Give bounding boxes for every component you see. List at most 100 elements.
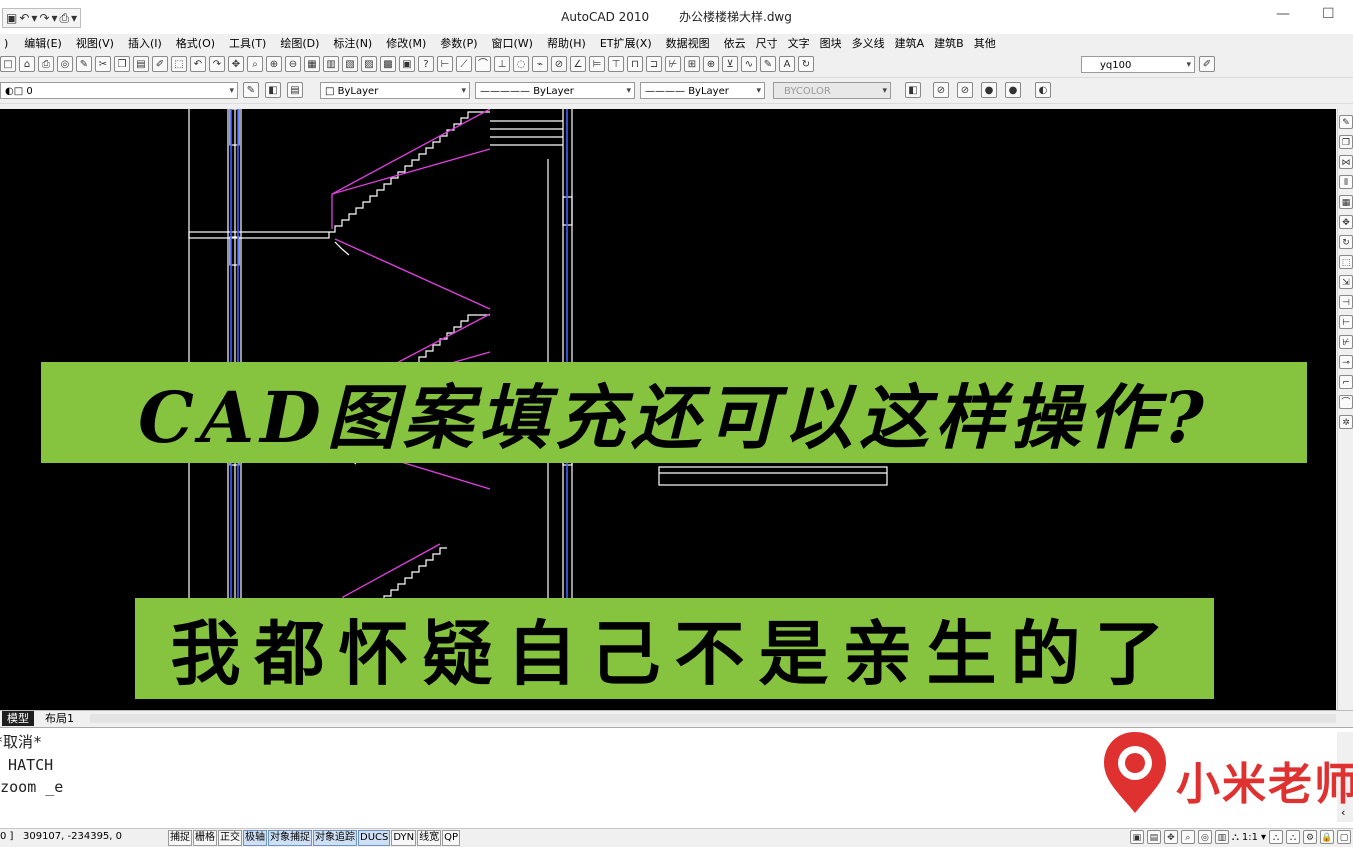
fillet-icon[interactable]: ⌒ — [1339, 395, 1353, 409]
menu-item-format[interactable]: 格式(O) — [176, 35, 215, 51]
menu-item-parameter[interactable]: 参数(P) — [440, 35, 477, 51]
cut-icon[interactable]: ✂ — [95, 56, 111, 72]
menu-item-view[interactable]: 视图(V) — [76, 35, 114, 51]
baseline-icon[interactable]: ⊤ — [608, 56, 624, 72]
paste-icon[interactable]: ▤ — [133, 56, 149, 72]
undo-icon[interactable]: ↶ — [190, 56, 206, 72]
ortho-toggle[interactable]: 正交 — [218, 830, 242, 846]
maximize-icon[interactable]: ☐ — [1322, 6, 1335, 22]
arc-length-icon[interactable]: ⌒ — [475, 56, 491, 72]
dim-update-icon[interactable]: ↻ — [798, 56, 814, 72]
publish-icon[interactable]: ✎ — [76, 56, 92, 72]
design-center-icon[interactable]: ▥ — [323, 56, 339, 72]
lineweight-combo[interactable]: ———— ByLayer ▾ — [640, 82, 765, 99]
erase-icon[interactable]: ✎ — [1339, 115, 1353, 129]
shaded-sphere-icon[interactable]: ● — [981, 82, 997, 98]
help-icon[interactable]: ? — [418, 56, 434, 72]
grid-toggle[interactable]: 栅格 — [193, 830, 217, 846]
minimize-icon[interactable]: — — [1276, 6, 1290, 22]
clean-screen-icon[interactable]: ▢ — [1337, 830, 1351, 844]
aligned-dim-icon[interactable]: ⟋ — [456, 56, 472, 72]
steering-wheel-icon[interactable]: ◎ — [1197, 830, 1212, 844]
join-icon[interactable]: ⊸ — [1339, 355, 1353, 369]
dim-style-manager-icon[interactable]: ✐ — [1199, 56, 1215, 72]
drawing-canvas[interactable]: CAD图案填充还可以这样操作? 我都怀疑自己不是亲生的了 — [0, 109, 1336, 710]
menu-item-yiyun[interactable]: 依云 — [724, 35, 746, 51]
color-combo[interactable]: □ ByLayer ▾ — [320, 82, 470, 99]
stretch-icon[interactable]: ⇲ — [1339, 275, 1353, 289]
match-properties-icon[interactable]: ✐ — [152, 56, 168, 72]
angular-icon[interactable]: ∠ — [570, 56, 586, 72]
osnap-toggle[interactable]: 对象捕捉 — [268, 830, 312, 846]
break-icon[interactable]: ⊬ — [1339, 335, 1353, 349]
mirror-icon[interactable]: ⋈ — [1339, 155, 1353, 169]
open-icon[interactable]: ⌂ — [19, 56, 35, 72]
calculator-icon[interactable]: ▣ — [399, 56, 415, 72]
pan-icon[interactable]: ✥ — [228, 56, 244, 72]
visual-styles-manager-icon[interactable]: ◐ — [1035, 82, 1051, 98]
extend-icon[interactable]: ⊢ — [1339, 315, 1353, 329]
visual-style-icon[interactable]: ⊘ — [933, 82, 949, 98]
zoom-window-icon[interactable]: ⊕ — [266, 56, 282, 72]
lineweight-toggle[interactable]: 线宽 — [417, 830, 442, 846]
menu-item-size[interactable]: 尺寸 — [756, 35, 778, 51]
sheet-set-icon[interactable]: ▨ — [361, 56, 377, 72]
menu-item-tools[interactable]: 工具(T) — [229, 35, 266, 51]
command-input-line[interactable]: 命令: _.zoom _e — [0, 776, 63, 797]
tolerance-icon[interactable]: ⊞ — [684, 56, 700, 72]
rotate-icon[interactable]: ↻ — [1339, 235, 1353, 249]
chamfer-icon[interactable]: ⌐ — [1339, 375, 1353, 389]
layer-manager-icon[interactable]: ▤ — [287, 82, 303, 98]
menu-item-partial[interactable]: ) — [4, 37, 8, 50]
dyn-toggle[interactable]: DYN — [391, 830, 417, 846]
block-editor-icon[interactable]: ⬚ — [171, 56, 187, 72]
zoom-previous-icon[interactable]: ⊖ — [285, 56, 301, 72]
layer-previous-icon[interactable]: ◧ — [265, 82, 281, 98]
explode-icon[interactable]: ✲ — [1339, 415, 1353, 429]
menu-item-draw[interactable]: 绘图(D) — [280, 35, 319, 51]
make-current-layer-icon[interactable]: ✎ — [243, 82, 259, 98]
menu-item-modify[interactable]: 修改(M) — [386, 35, 426, 51]
lock-icon[interactable]: 🔒 — [1320, 830, 1334, 844]
layer-state-icon[interactable]: ◧ — [905, 82, 921, 98]
scale-icon[interactable]: ⬚ — [1339, 255, 1353, 269]
diameter-icon[interactable]: ⊘ — [551, 56, 567, 72]
menu-item-text[interactable]: 文字 — [788, 35, 810, 51]
chevron-down-icon[interactable]: ▾ — [1261, 832, 1266, 843]
new-icon[interactable]: □ — [0, 56, 16, 72]
array-icon[interactable]: ▦ — [1339, 195, 1353, 209]
menu-item-et-extension[interactable]: ET扩展(X) — [600, 35, 652, 51]
trim-icon[interactable]: ⊣ — [1339, 295, 1353, 309]
offset-icon[interactable]: ⫴ — [1339, 175, 1353, 189]
layer-combo[interactable]: ◐□ 0 ▾ — [0, 82, 238, 99]
menu-item-help[interactable]: 帮助(H) — [547, 35, 586, 51]
center-mark-icon[interactable]: ⊕ — [703, 56, 719, 72]
menu-item-arch-b[interactable]: 建筑B — [934, 35, 964, 51]
markup-icon[interactable]: ▩ — [380, 56, 396, 72]
plot-icon[interactable]: ⎙ — [38, 56, 54, 72]
polar-toggle[interactable]: 极轴 — [243, 830, 267, 846]
annotation-visibility-icon[interactable]: ⛬ — [1269, 830, 1283, 844]
menu-item-edit[interactable]: 编辑(E) — [24, 35, 62, 51]
dim-space-icon[interactable]: ⊐ — [646, 56, 662, 72]
showmotion-icon[interactable]: ▥ — [1214, 830, 1229, 844]
redo-icon[interactable]: ↷ — [209, 56, 225, 72]
menu-item-arch-a[interactable]: 建筑A — [895, 35, 925, 51]
wireframe-icon[interactable]: ⊘ — [957, 82, 973, 98]
layout-icon[interactable]: ▤ — [1146, 830, 1161, 844]
workspace-gear-icon[interactable]: ⚙ — [1303, 830, 1317, 844]
dim-style-combo[interactable]: yq100 ▾ — [1081, 56, 1195, 73]
dim-text-edit-icon[interactable]: A — [779, 56, 795, 72]
annotation-scale-icon[interactable]: ⛬ — [1232, 832, 1239, 843]
zoom-realtime-icon[interactable]: ⌕ — [247, 56, 263, 72]
zoom-icon[interactable]: ⌕ — [1180, 830, 1195, 844]
jogged-linear-icon[interactable]: ∿ — [741, 56, 757, 72]
annotation-scale-value[interactable]: 1:1 — [1242, 832, 1258, 843]
copy-icon[interactable]: ❐ — [114, 56, 130, 72]
dim-break-icon[interactable]: ⊬ — [665, 56, 681, 72]
tool-palettes-icon[interactable]: ▧ — [342, 56, 358, 72]
realistic-sphere-icon[interactable]: ● — [1005, 82, 1021, 98]
ducs-toggle[interactable]: DUCS — [358, 830, 391, 846]
snap-toggle[interactable]: 捕捉 — [168, 830, 192, 846]
menu-item-other[interactable]: 其他 — [974, 35, 996, 51]
